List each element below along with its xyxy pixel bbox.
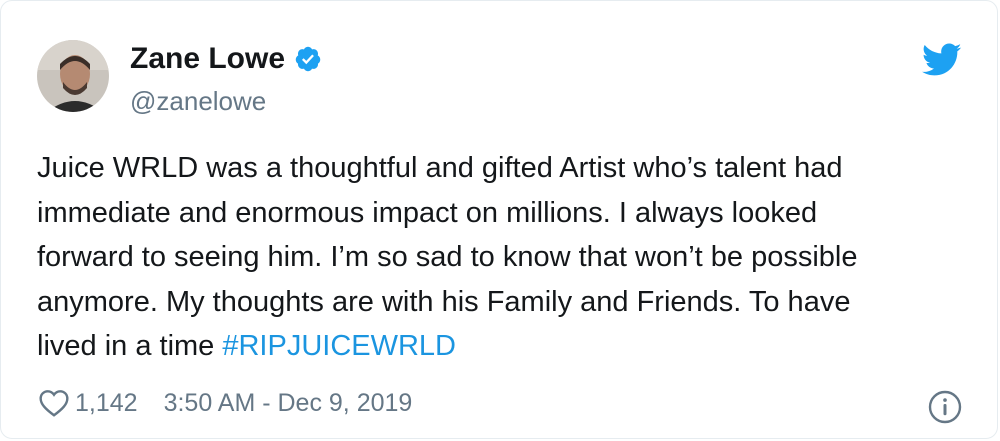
avatar[interactable] bbox=[37, 40, 109, 112]
twitter-bird-icon[interactable] bbox=[922, 43, 962, 77]
hashtag-link[interactable]: #RIPJUICEWRLD bbox=[222, 330, 456, 362]
timestamp-link[interactable]: 3:50 AM - Dec 9, 2019 bbox=[164, 389, 413, 418]
tweet-text: Juice WRLD was a thoughtful and gifted A… bbox=[37, 146, 972, 369]
like-count[interactable]: 1,142 bbox=[75, 389, 138, 418]
info-icon[interactable] bbox=[927, 389, 963, 425]
author-row: Zane Lowe bbox=[130, 42, 322, 76]
author-name[interactable]: Zane Lowe bbox=[130, 42, 285, 76]
author-handle[interactable]: @zanelowe bbox=[130, 86, 266, 117]
tweet-footer: 1,142 3:50 AM - Dec 9, 2019 bbox=[37, 387, 412, 419]
heart-icon[interactable] bbox=[37, 387, 71, 419]
verified-badge-icon bbox=[294, 45, 322, 73]
